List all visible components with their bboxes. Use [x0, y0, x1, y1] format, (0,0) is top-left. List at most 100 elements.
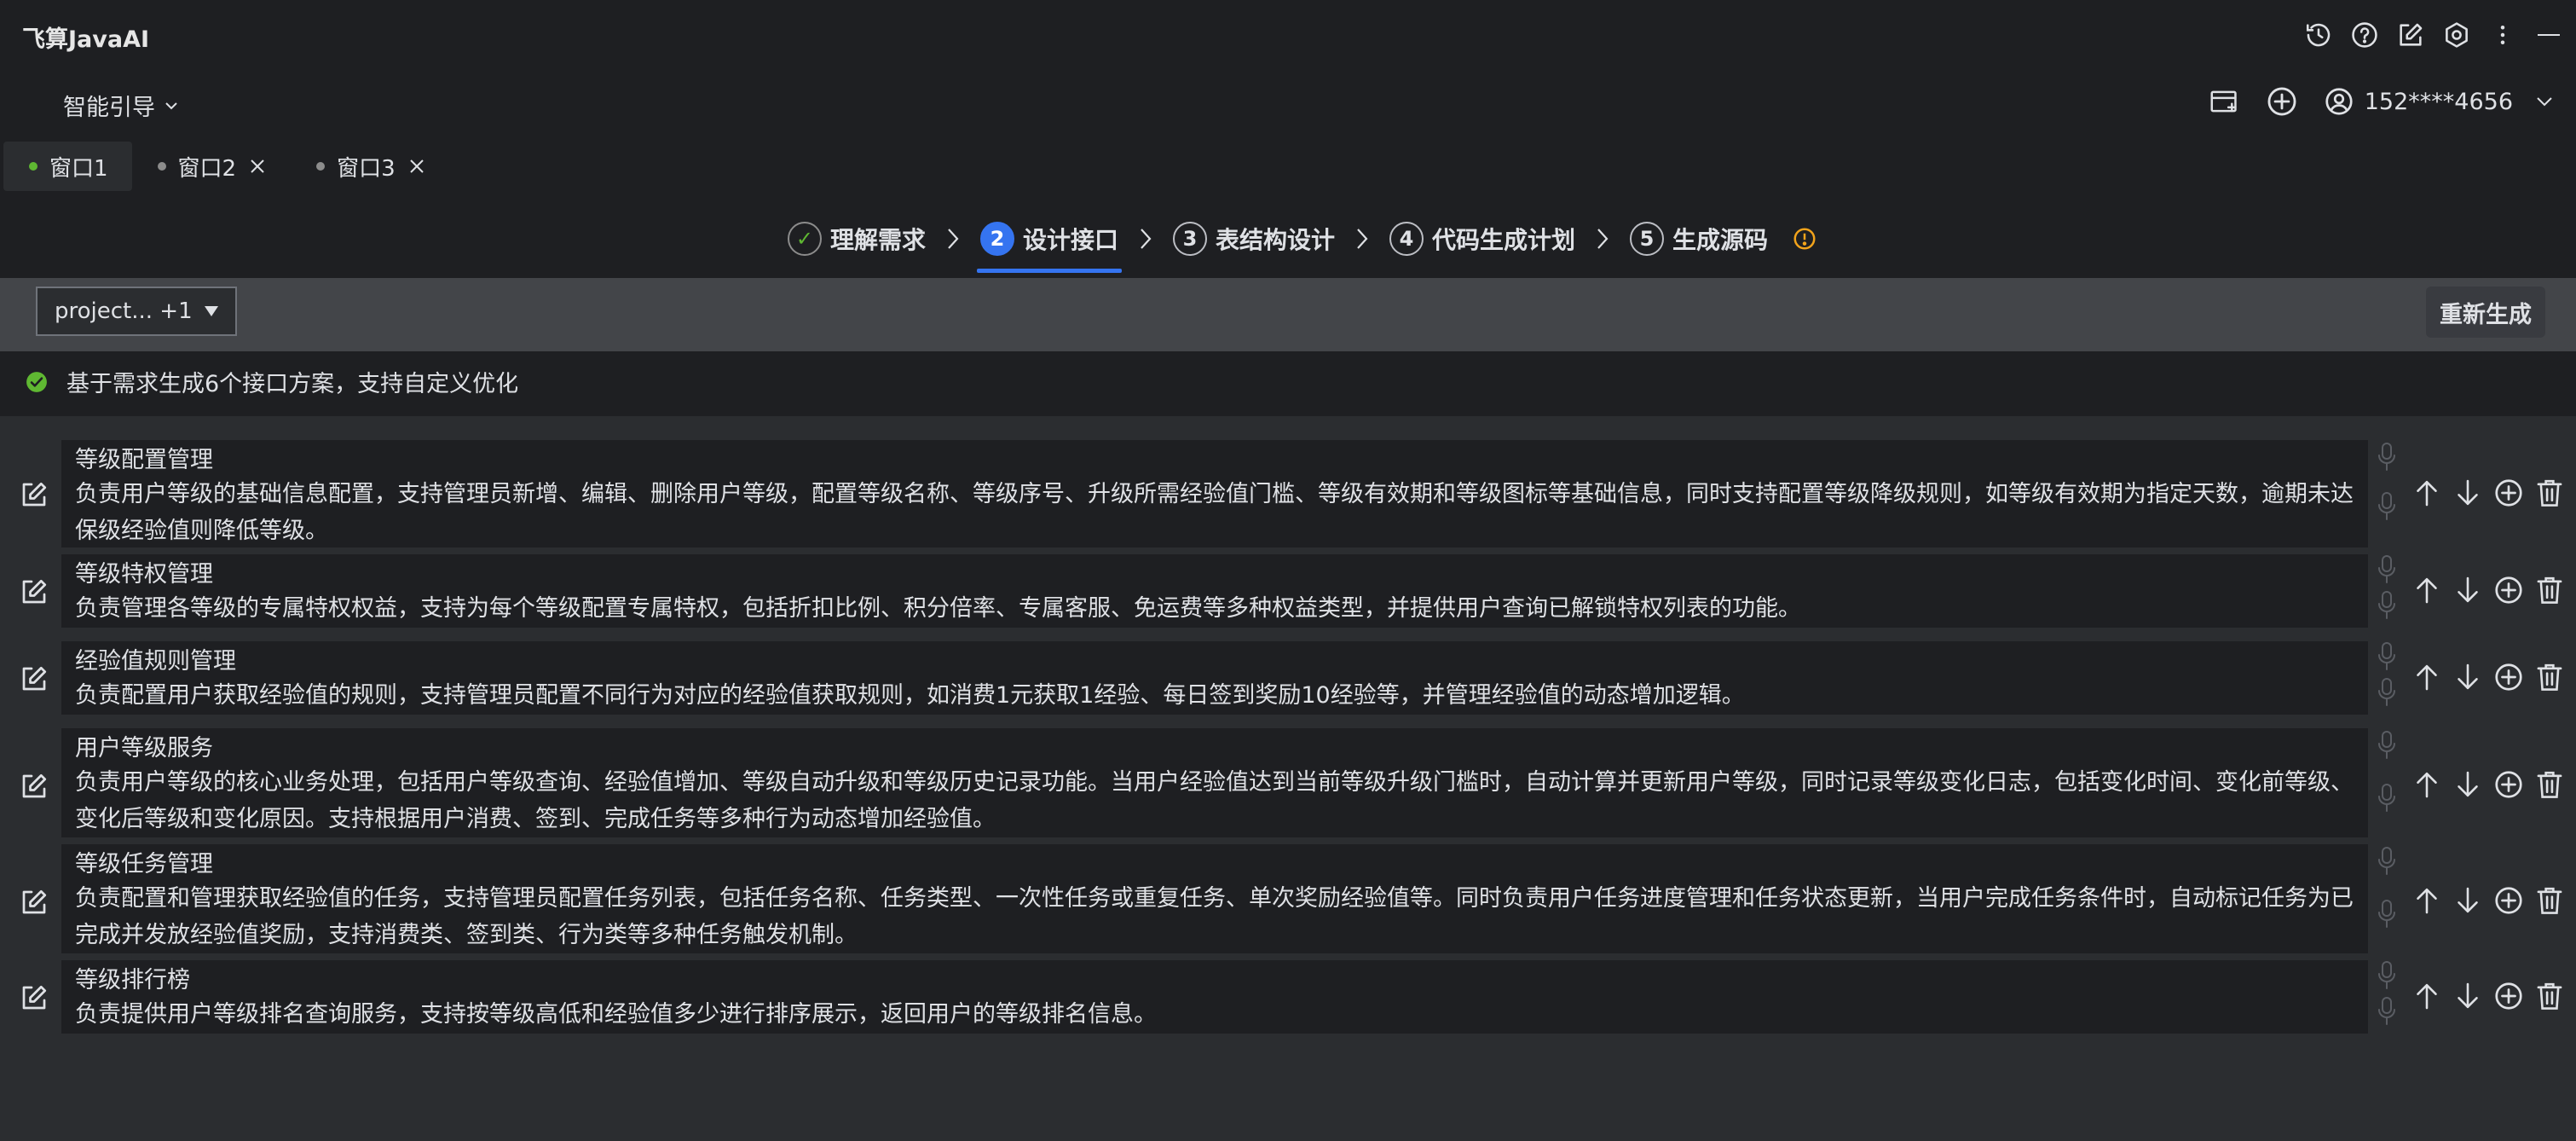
interface-card[interactable]: 等级特权管理 负责管理各等级的专属特权权益，支持为每个等级配置专属特权，包括折扣…: [61, 554, 2368, 628]
history-icon[interactable]: [2303, 19, 2334, 51]
mic-icon[interactable]: [2371, 588, 2402, 623]
more-icon[interactable]: [2487, 19, 2518, 51]
add-circle-icon[interactable]: [2492, 476, 2525, 510]
tab-window-3[interactable]: 窗口3: [291, 142, 450, 191]
step-label: 代码生成计划: [1432, 226, 1576, 254]
caret-down-icon: [203, 304, 220, 318]
tab-window-2[interactable]: 窗口2: [132, 142, 292, 191]
chevron-down-icon: [164, 101, 179, 111]
info-icon[interactable]: [1792, 226, 1817, 252]
interface-card[interactable]: 等级配置管理 负责用户等级的基础信息配置，支持管理员新增、编辑、删除用户等级，配…: [61, 440, 2368, 547]
edit-icon[interactable]: [19, 663, 49, 694]
tab-label: 窗口3: [337, 155, 396, 182]
settings-icon[interactable]: [2441, 19, 2472, 51]
notice-text: 基于需求生成6个接口方案，支持自定义优化: [66, 371, 519, 397]
tab-label: 窗口1: [49, 155, 108, 182]
add-circle-icon[interactable]: [2492, 660, 2525, 694]
tab-window-1[interactable]: 窗口1: [3, 142, 132, 191]
interface-card[interactable]: 等级排行榜 负责提供用户等级排名查询服务，支持按等级高低和经验值多少进行排序展示…: [61, 960, 2368, 1034]
regenerate-button[interactable]: 重新生成: [2426, 287, 2545, 338]
chevron-right-icon: [941, 222, 965, 256]
arrow-up-icon[interactable]: [2411, 767, 2443, 802]
interface-title: 等级特权管理: [75, 561, 213, 588]
arrow-down-icon[interactable]: [2452, 767, 2484, 802]
interface-card[interactable]: 经验值规则管理 负责配置用户获取经验值的规则，支持管理员配置不同行为对应的经验值…: [61, 641, 2368, 715]
arrow-up-icon[interactable]: [2411, 573, 2443, 607]
interface-card[interactable]: 等级任务管理 负责配置和管理获取经验值的任务，支持管理员配置任务列表，包括任务名…: [61, 844, 2368, 953]
help-icon[interactable]: [2349, 19, 2380, 51]
arrow-down-icon[interactable]: [2452, 979, 2484, 1013]
close-icon[interactable]: [248, 157, 267, 176]
trash-icon[interactable]: [2533, 883, 2566, 918]
mic-icon[interactable]: [2371, 959, 2402, 993]
mic-icon[interactable]: [2371, 489, 2402, 524]
interface-title: 等级任务管理: [75, 851, 213, 877]
step-code-gen-plan[interactable]: 4 代码生成计划: [1386, 213, 1579, 264]
title-bar-actions: [2303, 19, 2564, 51]
mic-icon[interactable]: [2371, 844, 2402, 878]
step-design-interface[interactable]: 2 设计接口: [976, 213, 1123, 273]
step-table-design[interactable]: 3 表结构设计: [1170, 213, 1338, 264]
add-circle-icon[interactable]: [2492, 573, 2525, 607]
interface-card[interactable]: 用户等级服务 负责用户等级的核心业务处理，包括用户等级查询、经验值增加、等级自动…: [61, 728, 2368, 837]
arrow-down-icon[interactable]: [2452, 573, 2484, 607]
mic-icon[interactable]: [2371, 728, 2402, 762]
arrow-up-icon[interactable]: [2411, 660, 2443, 694]
mic-icon[interactable]: [2371, 994, 2402, 1028]
edit-icon[interactable]: [19, 771, 49, 802]
edit-icon[interactable]: [19, 576, 49, 607]
trash-icon[interactable]: [2533, 660, 2566, 694]
interface-title: 等级排行榜: [75, 967, 190, 993]
add-circle-icon[interactable]: [2492, 979, 2525, 1013]
arrow-up-icon[interactable]: [2411, 979, 2443, 1013]
trash-icon[interactable]: [2533, 476, 2566, 510]
tab-status-dot: [157, 162, 166, 171]
mic-icon[interactable]: [2371, 553, 2402, 587]
add-icon[interactable]: [2266, 85, 2298, 118]
workflow-steps: ✓ 理解需求 2 设计接口 3 表结构设计 4 代码生成计划 5 生成源码: [0, 208, 2576, 273]
arrow-up-icon[interactable]: [2411, 883, 2443, 918]
interface-description: 负责配置用户获取经验值的规则，支持管理员配置不同行为对应的经验值获取规则，如消费…: [75, 682, 1745, 709]
step-understand-requirements[interactable]: ✓ 理解需求: [784, 213, 929, 264]
title-bar: 飞算JavaAI: [0, 0, 2576, 72]
smart-guide-dropdown[interactable]: 智能引导: [63, 89, 179, 122]
interface-title: 等级配置管理: [75, 447, 213, 473]
interface-title: 经验值规则管理: [75, 648, 236, 675]
new-window-icon[interactable]: [2209, 87, 2240, 116]
edit-icon[interactable]: [19, 887, 49, 918]
step-label: 生成源码: [1672, 226, 1769, 254]
mic-icon[interactable]: [2371, 640, 2402, 674]
trash-icon[interactable]: [2533, 979, 2566, 1013]
app-title: 飞算JavaAI: [22, 26, 150, 53]
mic-icon[interactable]: [2371, 675, 2402, 710]
project-select-value: project... +1: [55, 298, 193, 324]
arrow-down-icon[interactable]: [2452, 660, 2484, 694]
project-select[interactable]: project... +1: [36, 287, 237, 336]
mic-icon[interactable]: [2371, 440, 2402, 474]
step-number: 3: [1172, 222, 1207, 256]
arrow-down-icon[interactable]: [2452, 476, 2484, 510]
step-label: 理解需求: [829, 226, 926, 254]
item-actions: [2411, 573, 2566, 607]
minimize-icon[interactable]: [2533, 19, 2564, 51]
edit-icon[interactable]: [19, 982, 49, 1013]
trash-icon[interactable]: [2533, 573, 2566, 607]
trash-icon[interactable]: [2533, 767, 2566, 802]
item-actions: [2411, 476, 2566, 510]
add-circle-icon[interactable]: [2492, 767, 2525, 802]
check-circle-icon: [26, 371, 48, 393]
tab-status-dot: [29, 162, 38, 171]
arrow-up-icon[interactable]: [2411, 476, 2443, 510]
edit-icon[interactable]: [19, 479, 49, 510]
arrow-down-icon[interactable]: [2452, 883, 2484, 918]
mic-icon[interactable]: [2371, 781, 2402, 815]
user-account-menu[interactable]: 152****4656: [2324, 86, 2554, 117]
mic-icon[interactable]: [2371, 897, 2402, 931]
edit-icon[interactable]: [2395, 19, 2426, 51]
interface-title: 用户等级服务: [75, 735, 213, 762]
step-number: 2: [979, 222, 1014, 256]
close-icon[interactable]: [407, 157, 426, 176]
add-circle-icon[interactable]: [2492, 883, 2525, 918]
step-label: 设计接口: [1022, 226, 1118, 254]
step-generate-source[interactable]: 5 生成源码: [1626, 213, 1771, 264]
